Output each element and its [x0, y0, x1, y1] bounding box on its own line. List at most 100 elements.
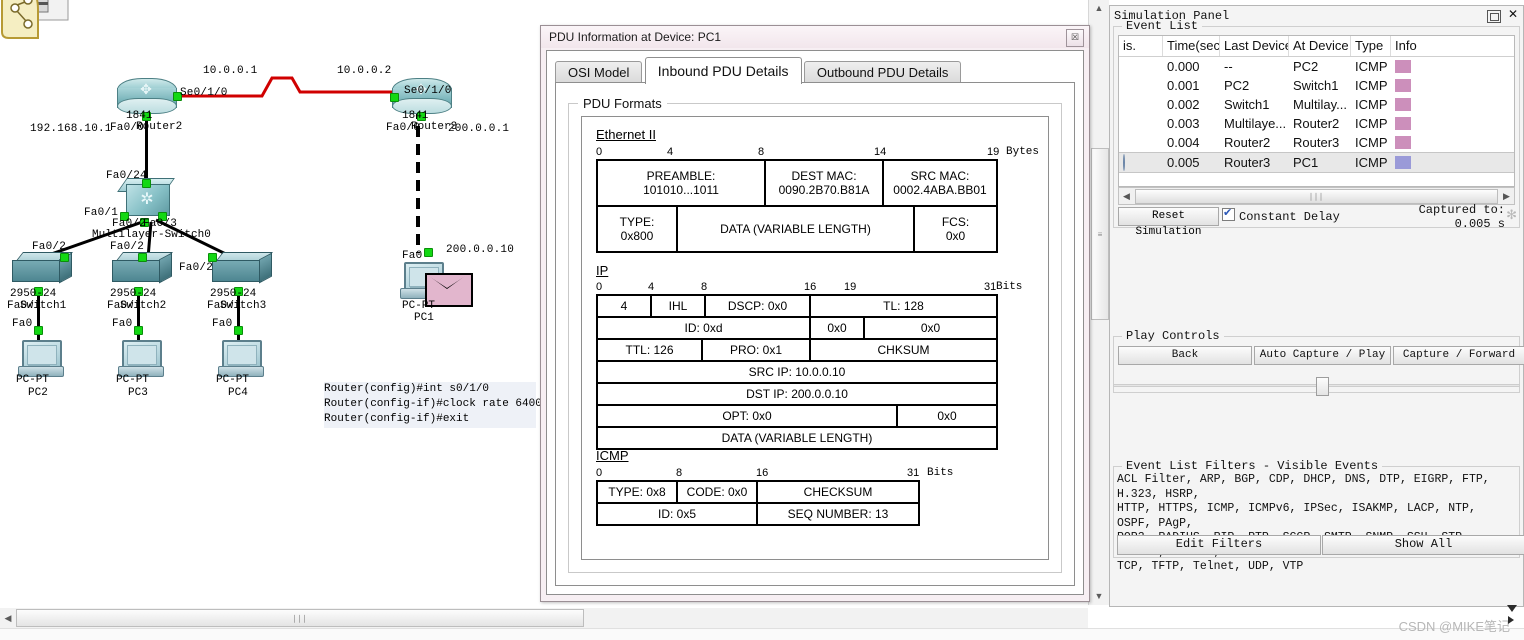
label-r3-wan-if: Se0/1/0	[404, 85, 452, 97]
label-r3-lan-ip: 200.0.0.1	[448, 123, 510, 135]
label-pc3-if: Fa0	[112, 318, 133, 330]
table-row[interactable]: 0.002 Switch1 Multilay... ICMP	[1119, 95, 1514, 114]
eth-tick-8: 8	[758, 146, 765, 158]
close-icon[interactable]: ✕	[1508, 8, 1518, 20]
pdu-tabs[interactable]: OSI Model Inbound PDU Details Outbound P…	[555, 57, 962, 84]
icmp-tick-0: 0	[596, 467, 603, 479]
slider-knob[interactable]	[1316, 377, 1329, 396]
ip-row-2: ID: 0xd 0x0 0x0	[598, 318, 998, 340]
event-list-scroll-thumb[interactable]: ∣∣∣	[1135, 188, 1498, 204]
edit-filters-button[interactable]: Edit Filters	[1117, 535, 1321, 555]
ip-version-cell: 4	[598, 296, 652, 316]
icmp-tick-31: 31	[907, 467, 920, 479]
ip-id-cell: ID: 0xd	[598, 318, 811, 338]
scroll-down-arrow[interactable]: ▼	[1089, 588, 1109, 605]
pdu-dialog-title: PDU Information at Device: PC1	[549, 30, 722, 44]
pdu-dialog-titlebar[interactable]: PDU Information at Device: PC1 ☒	[541, 26, 1089, 48]
label-pc2-model: PC-PT	[16, 374, 50, 386]
col-at-device[interactable]: At Device	[1289, 36, 1351, 56]
led-pc2-fa0	[34, 326, 43, 335]
cell-last: Switch1	[1224, 97, 1270, 112]
ethernet-ruler: 0 4 8 14 19	[596, 146, 1016, 160]
captured-to-readout: Captured to: 0.005 s	[1419, 203, 1505, 231]
workspace-vertical-scrollbar[interactable]: ▲ ≡ ▼	[1088, 0, 1109, 605]
ethernet-title: Ethernet II	[596, 127, 656, 142]
eth-tick-4: 4	[667, 146, 674, 158]
table-row[interactable]: 0.005 Router3 PC1 ICMP	[1119, 152, 1514, 173]
ethernet-units: Bytes	[1006, 146, 1040, 158]
simulation-panel[interactable]: Simulation Panel ✕ Event List is. Time(s…	[1109, 5, 1524, 607]
table-row[interactable]: 0.004 Router2 Router3 ICMP	[1119, 133, 1514, 152]
console-transcript: Router(config)#int s0/1/0 Router(config-…	[324, 382, 548, 428]
back-button[interactable]: Back	[1118, 346, 1252, 365]
col-time[interactable]: Time(sec	[1163, 36, 1220, 56]
col-info[interactable]: Info	[1391, 36, 1481, 56]
checkbox-icon[interactable]	[1222, 206, 1235, 221]
ip-row-3: TTL: 126 PRO: 0x1 CHKSUM	[598, 340, 998, 362]
cell-type: ICMP	[1355, 116, 1388, 131]
scroll-left-arrow[interactable]: ◀	[0, 613, 16, 624]
workspace-horizontal-scrollbar[interactable]: ◀ ∣∣∣	[0, 608, 1088, 628]
tab-osi-model[interactable]: OSI Model	[555, 61, 643, 84]
cell-last: PC2	[1224, 78, 1250, 93]
info-color-swatch	[1395, 60, 1411, 73]
ip-dst-ip-cell: DST IP: 200.0.0.10	[598, 384, 998, 404]
play-speed-slider[interactable]	[1113, 376, 1520, 396]
device-router2[interactable]: ✥	[117, 78, 177, 114]
col-vis[interactable]: is.	[1119, 36, 1163, 56]
label-pc3-name: PC3	[128, 387, 148, 399]
pdu-information-dialog[interactable]: PDU Information at Device: PC1 ☒ OSI Mod…	[540, 25, 1090, 602]
tab-outbound-pdu-details[interactable]: Outbound PDU Details	[803, 61, 962, 84]
pdu-formats-inner: Ethernet II 0 4 8 14 19 Bytes PREAMBLE: 1…	[581, 116, 1049, 560]
eth-type-cell: TYPE: 0x800	[598, 207, 678, 251]
col-type[interactable]: Type	[1351, 36, 1391, 56]
show-all-button[interactable]: Show All	[1322, 535, 1524, 555]
auto-capture-play-button[interactable]: Auto Capture / Play	[1254, 346, 1391, 365]
horizontal-scroll-thumb[interactable]: ∣∣∣	[16, 609, 584, 627]
event-list-filters-group: Event List Filters - Visible Events ACL …	[1113, 459, 1524, 573]
led-sw1-fa02	[60, 253, 69, 262]
icmp-type-cell: TYPE: 0x8	[598, 482, 678, 502]
icmp-row-1: TYPE: 0x8 CODE: 0x0 CHECKSUM	[598, 482, 920, 504]
cell-info	[1391, 156, 1481, 169]
cell-at: PC1	[1293, 155, 1319, 170]
device-switch3[interactable]	[212, 252, 273, 286]
ip-row-1: 4 IHL DSCP: 0x0 TL: 128	[598, 296, 998, 318]
corner-resize-handle[interactable]	[1504, 603, 1522, 625]
cell-info	[1391, 79, 1481, 92]
ip-tick-4: 4	[648, 281, 655, 293]
tab-inbound-pdu-details[interactable]: Inbound PDU Details	[644, 57, 802, 84]
label-r2-lan-ip: 192.168.10.1	[30, 123, 112, 135]
label-r2-wan-if: Se0/1/0	[180, 87, 228, 99]
constant-delay-checkbox[interactable]: Constant Delay	[1222, 206, 1340, 224]
cell-time: 0.001	[1167, 78, 1200, 93]
table-row[interactable]: 0.001 PC2 Switch1 ICMP	[1119, 76, 1514, 95]
scroll-right-arrow[interactable]: ▶	[1499, 191, 1514, 202]
reset-simulation-button[interactable]: Reset Simulation	[1118, 207, 1219, 238]
label-sw1-up-if: Fa0/2	[32, 241, 67, 253]
ip-ihl-cell: IHL	[652, 296, 706, 316]
console-line-1: Router(config)#int s0/1/0	[324, 383, 490, 395]
eye-icon[interactable]	[1123, 154, 1125, 171]
inbound-pdu-panel: PDU Formats Ethernet II 0 4 8 14 19 Byte…	[555, 82, 1075, 586]
label-r2-lan-if: Fa0/0	[110, 122, 145, 134]
cell-last: Multilaye...	[1224, 116, 1287, 131]
table-row[interactable]: 0.000 -- PC2 ICMP	[1119, 57, 1514, 76]
constant-delay-label: Constant Delay	[1239, 210, 1340, 224]
vertical-scroll-thumb[interactable]: ≡	[1091, 148, 1109, 320]
captured-to-value: 0.005 s	[1454, 217, 1505, 231]
scroll-up-arrow[interactable]: ▲	[1089, 0, 1109, 17]
network-tool-icon[interactable]	[0, 0, 72, 44]
close-icon[interactable]: ☒	[1066, 29, 1084, 47]
capture-forward-button[interactable]: Capture / Forward	[1393, 346, 1524, 365]
scroll-left-arrow[interactable]: ◀	[1119, 191, 1134, 202]
label-sw1-dn-if: Fa0/1	[7, 300, 42, 312]
event-list-table[interactable]: is. Time(sec Last Device At Device Type …	[1118, 35, 1515, 187]
table-row[interactable]: 0.003 Multilaye... Router2 ICMP	[1119, 114, 1514, 133]
eth-data-text: DATA (VARIABLE LENGTH)	[720, 222, 871, 236]
restore-icon[interactable]	[1487, 10, 1501, 23]
visible-events-text: ACL Filter, ARP, BGP, CDP, DHCP, DNS, DT…	[1117, 473, 1490, 573]
cell-at: PC2	[1293, 59, 1319, 74]
cell-info	[1391, 60, 1481, 73]
col-last-device[interactable]: Last Device	[1220, 36, 1289, 56]
